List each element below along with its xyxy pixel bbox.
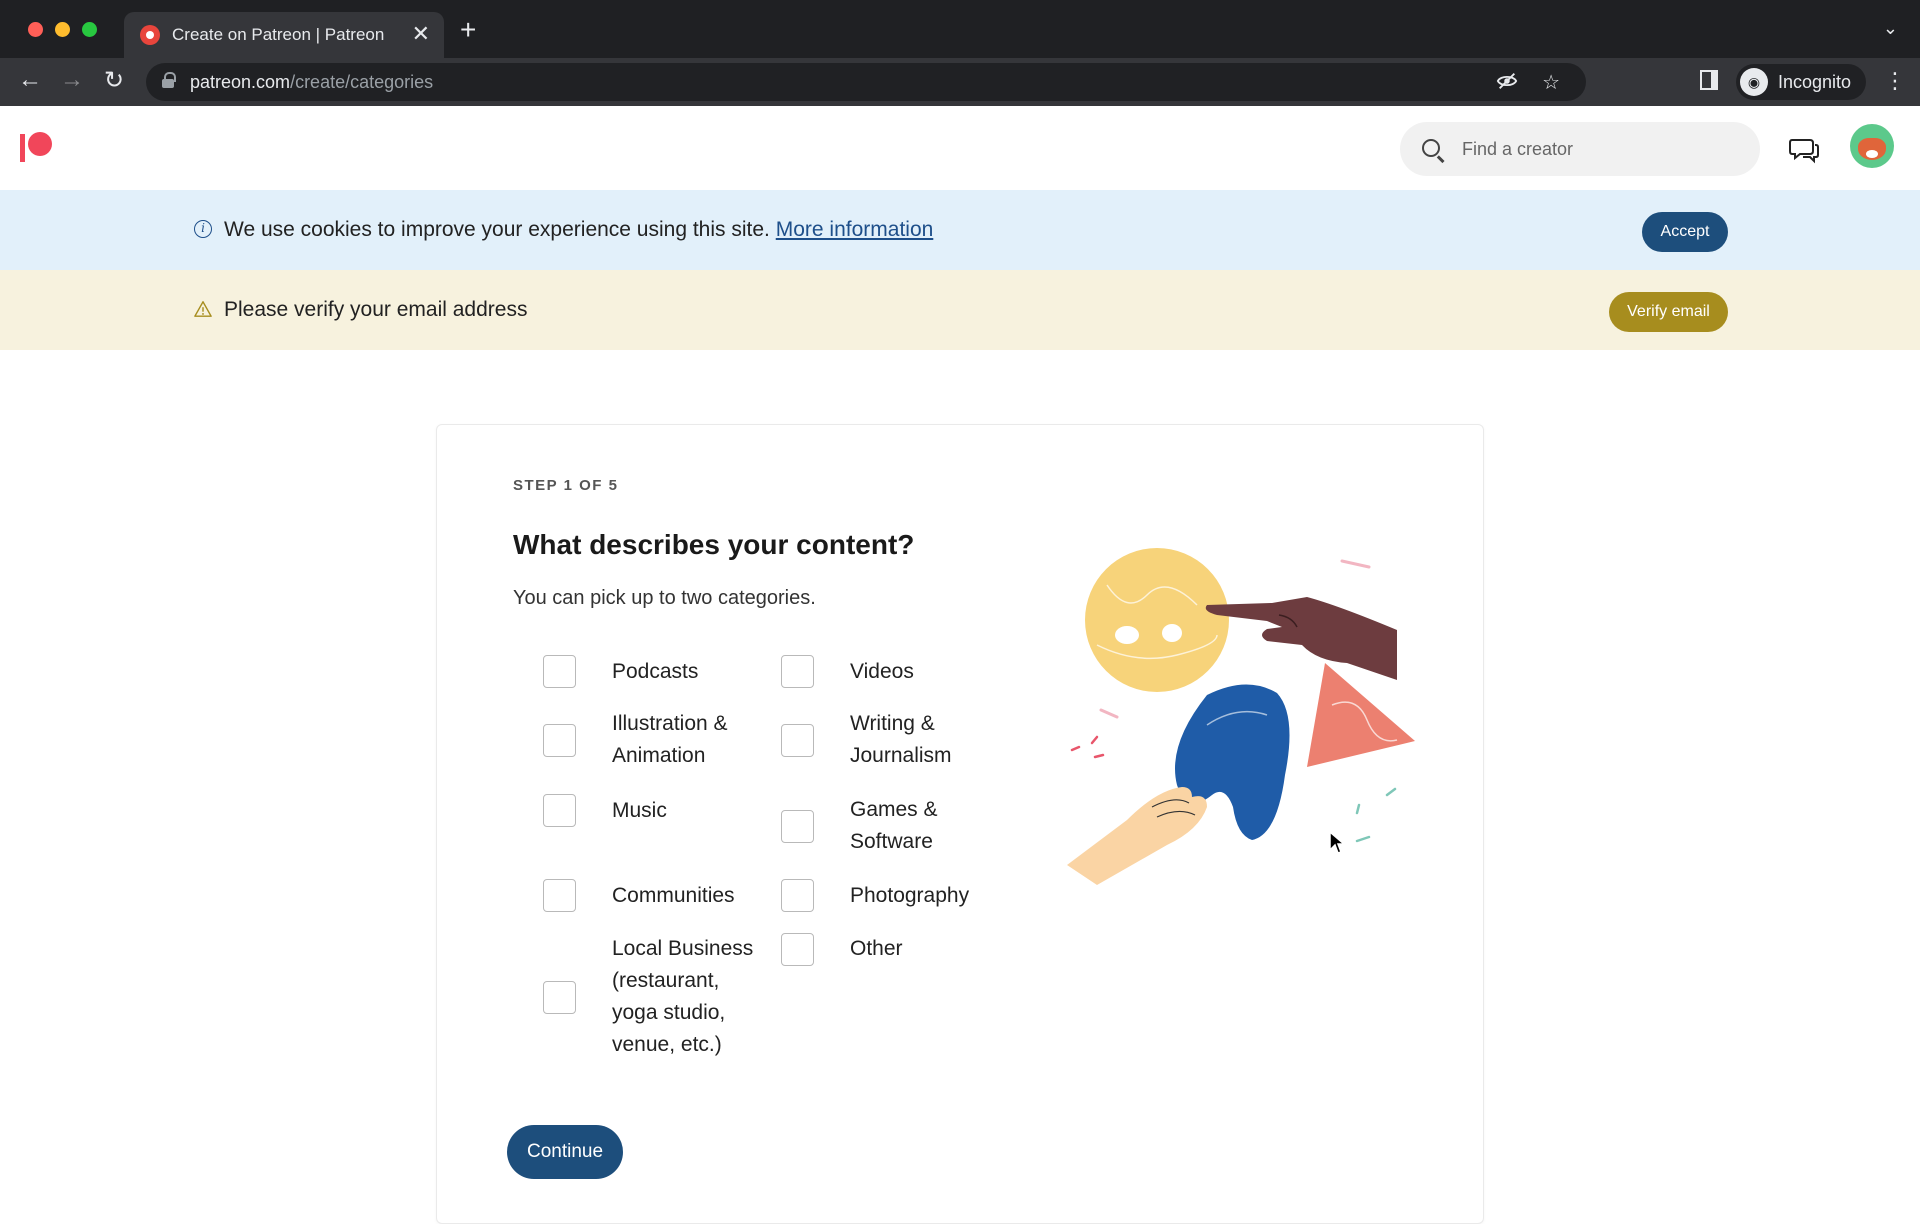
address-bar[interactable]: patreon.com/create/categories ☆ [146,63,1586,101]
browser-tab-bar: Create on Patreon | Patreon ✕ + ⌄ [0,0,1920,58]
search-input[interactable] [1462,136,1742,162]
category-label: Videos [850,659,914,683]
category-checkbox[interactable] [781,933,814,966]
forward-arrow-icon[interactable]: → [60,66,84,94]
hands-shapes-illustration [1067,548,1415,885]
continue-button[interactable]: Continue [507,1125,623,1179]
logo-dot [28,132,52,156]
patreon-favicon-icon [140,25,160,45]
category-label: Podcasts [612,659,699,683]
verify-email-text: Please verify your email address [224,298,528,321]
category-label: Games & Software [850,798,938,853]
site-header [0,106,1920,190]
category-option-local-business[interactable]: Local Business (restaurant, yoga studio,… [543,933,762,1061]
new-tab-icon[interactable]: + [460,14,476,46]
cookie-text: We use cookies to improve your experienc… [224,218,934,241]
side-panel-icon[interactable] [1700,70,1718,90]
verify-email-banner: Please verify your email address Verify … [0,270,1920,350]
mouse-cursor-icon [1329,830,1346,854]
window-zoom-control[interactable] [82,22,97,37]
reload-icon[interactable]: ↻ [104,66,124,95]
category-option-videos[interactable]: Videos [781,655,990,688]
category-label: Photography [850,883,970,907]
bookmark-star-icon[interactable]: ☆ [1542,70,1560,95]
accept-cookies-button[interactable]: Accept [1642,212,1728,252]
category-checkbox[interactable] [543,794,576,827]
category-option-games[interactable]: Games & Software [781,794,960,858]
category-checkbox[interactable] [781,655,814,688]
window-minimize-control[interactable] [55,22,70,37]
page-title: What describes your content? [513,529,915,560]
category-checkbox[interactable] [543,879,576,912]
lock-icon[interactable] [162,72,176,88]
category-option-illustration[interactable]: Illustration & Animation [543,708,762,772]
tab-search-chevron-icon[interactable]: ⌄ [1883,18,1898,39]
category-checkbox[interactable] [781,809,814,843]
browser-tab[interactable]: Create on Patreon | Patreon ✕ [124,12,444,58]
category-checkbox[interactable] [781,879,814,912]
category-label: Writing & Journalism [850,712,952,767]
close-tab-icon[interactable]: ✕ [412,21,430,47]
browser-toolbar: ← → ↻ patreon.com/create/categories ☆ ◉ … [0,58,1920,106]
back-arrow-icon[interactable]: ← [18,66,42,94]
category-label: Music [612,798,667,822]
category-checkbox[interactable] [543,723,576,757]
category-checkbox[interactable] [543,980,576,1014]
step-indicator: STEP 1 OF 5 [513,477,619,494]
messages-icon[interactable] [1788,136,1820,164]
category-label: Local Business (restaurant, yoga studio,… [612,937,754,1056]
incognito-icon: ◉ [1740,68,1768,96]
category-label: Communities [612,883,735,907]
tab-title: Create on Patreon | Patreon [172,25,385,44]
category-option-writing[interactable]: Writing & Journalism [781,708,980,772]
category-option-music[interactable]: Music [543,794,752,827]
eye-off-icon[interactable] [1496,70,1518,92]
category-option-photography[interactable]: Photography [781,879,1010,912]
url-text[interactable]: patreon.com/create/categories [190,72,433,93]
creator-search[interactable] [1400,122,1760,176]
category-checkbox[interactable] [543,655,576,688]
page-subtitle: You can pick up to two categories. [513,587,816,609]
category-label: Illustration & Animation [612,712,728,767]
info-icon: i [194,220,212,238]
window-close-control[interactable] [28,22,43,37]
cookie-banner: i We use cookies to improve your experie… [0,190,1920,270]
verify-email-button[interactable]: Verify email [1609,292,1728,332]
category-option-podcasts[interactable]: Podcasts [543,655,752,688]
browser-menu-icon[interactable]: ⋮ [1884,68,1906,94]
category-option-other[interactable]: Other [781,933,970,966]
warning-icon [194,301,212,317]
patreon-logo[interactable] [20,132,56,162]
incognito-label: Incognito [1778,72,1852,92]
category-label: Other [850,937,903,960]
category-checkbox[interactable] [781,723,814,757]
category-card: STEP 1 OF 5 What describes your content?… [436,424,1484,1224]
logo-bar [20,134,25,162]
incognito-indicator[interactable]: ◉ Incognito [1736,64,1866,100]
more-information-link[interactable]: More information [776,218,934,241]
user-avatar[interactable] [1850,124,1894,168]
search-icon [1422,139,1440,157]
category-option-communities[interactable]: Communities [543,879,772,912]
